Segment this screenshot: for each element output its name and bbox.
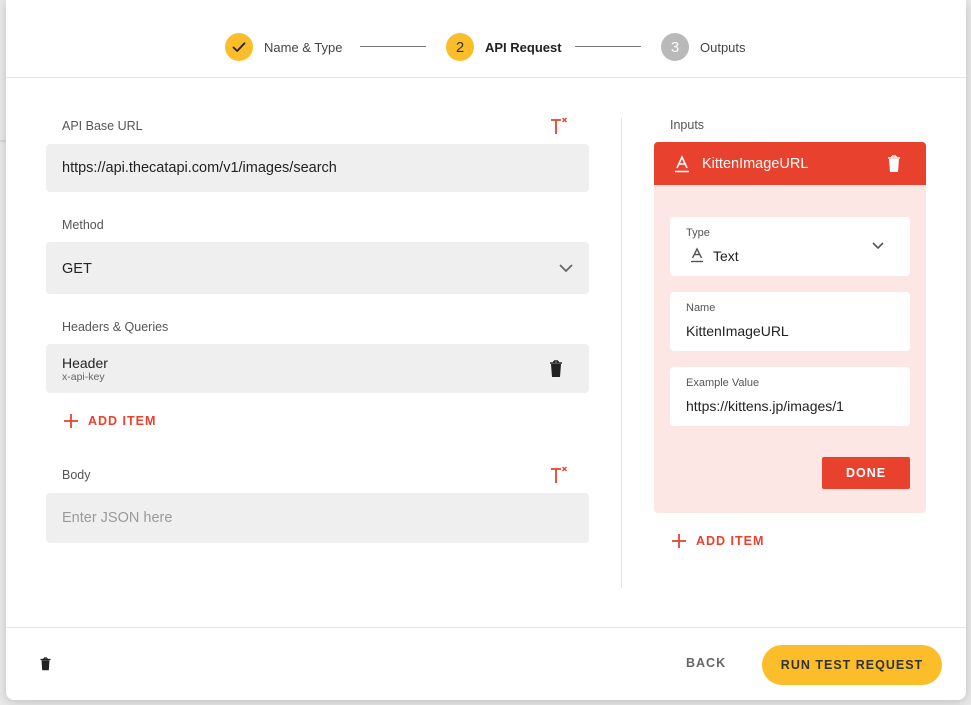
text-type-icon [691,247,703,263]
stepper: Name & Type 2 API Request 3 Outputs [6,0,966,78]
base-url-input[interactable]: https://api.thecatapi.com/v1/images/sear… [46,144,589,192]
header-item[interactable]: Header x-api-key [46,344,589,393]
input-card-header[interactable]: KittenImageURL [654,142,926,185]
header-item-type: Header [62,355,108,371]
footer: BACK RUN TEST REQUEST [6,627,966,700]
step-label: Outputs [700,39,746,55]
example-value: https://kittens.jp/images/1 [686,398,844,414]
method-label: Method [62,218,104,232]
add-input-button[interactable]: ADD ITEM [671,531,764,551]
step-number: 2 [446,33,474,61]
add-header-button[interactable]: ADD ITEM [63,411,156,431]
input-card-title: KittenImageURL [702,156,809,172]
step-label: Name & Type [264,39,343,55]
name-label: Name [686,302,716,314]
example-value-label: Example Value [686,377,760,389]
input-card: KittenImageURL Type Text Name KittenImag… [654,142,926,513]
name-value: KittenImageURL [686,323,789,339]
clear-formatting-icon[interactable] [549,465,569,485]
step-api-request[interactable]: 2 API Request [446,33,562,61]
check-icon [232,42,246,52]
type-label: Type [686,227,710,239]
api-request-modal: Name & Type 2 API Request 3 Outputs API … [6,0,966,700]
add-item-label: ADD ITEM [88,414,157,428]
trash-icon[interactable] [549,360,563,378]
step-number: 3 [661,33,689,61]
step-complete-circle [225,33,253,61]
step-connector [575,46,641,47]
back-button[interactable]: BACK [686,656,726,670]
body-label: Body [62,468,91,482]
chevron-down-icon [559,264,573,273]
type-select[interactable]: Type Text [670,217,910,276]
name-field[interactable]: Name KittenImageURL [670,292,910,351]
method-select[interactable]: GET [46,242,589,294]
plus-icon [672,534,686,548]
body-input[interactable]: Enter JSON here [46,493,589,543]
add-item-label: ADD ITEM [696,534,765,548]
step-label: API Request [485,39,562,55]
header-item-key: x-api-key [62,371,105,383]
step-connector [360,46,426,47]
inputs-label: Inputs [670,118,705,132]
clear-formatting-icon[interactable] [549,116,569,136]
trash-icon[interactable] [40,657,51,671]
example-value-field[interactable]: Example Value https://kittens.jp/images/… [670,367,910,426]
run-test-request-button[interactable]: RUN TEST REQUEST [762,645,942,685]
step-outputs[interactable]: 3 Outputs [661,33,746,61]
type-value: Text [713,248,739,264]
chevron-down-icon [872,242,884,250]
method-value: GET [62,261,92,277]
base-url-label: API Base URL [62,119,143,133]
body-placeholder: Enter JSON here [62,510,173,526]
column-divider [621,118,622,588]
plus-icon [64,414,78,428]
base-url-value: https://api.thecatapi.com/v1/images/sear… [62,160,337,176]
trash-icon[interactable] [887,155,901,173]
headers-label: Headers & Queries [62,320,169,334]
text-type-icon [675,155,689,173]
step-name-type[interactable]: Name & Type [225,33,343,61]
done-button[interactable]: DONE [822,457,910,489]
